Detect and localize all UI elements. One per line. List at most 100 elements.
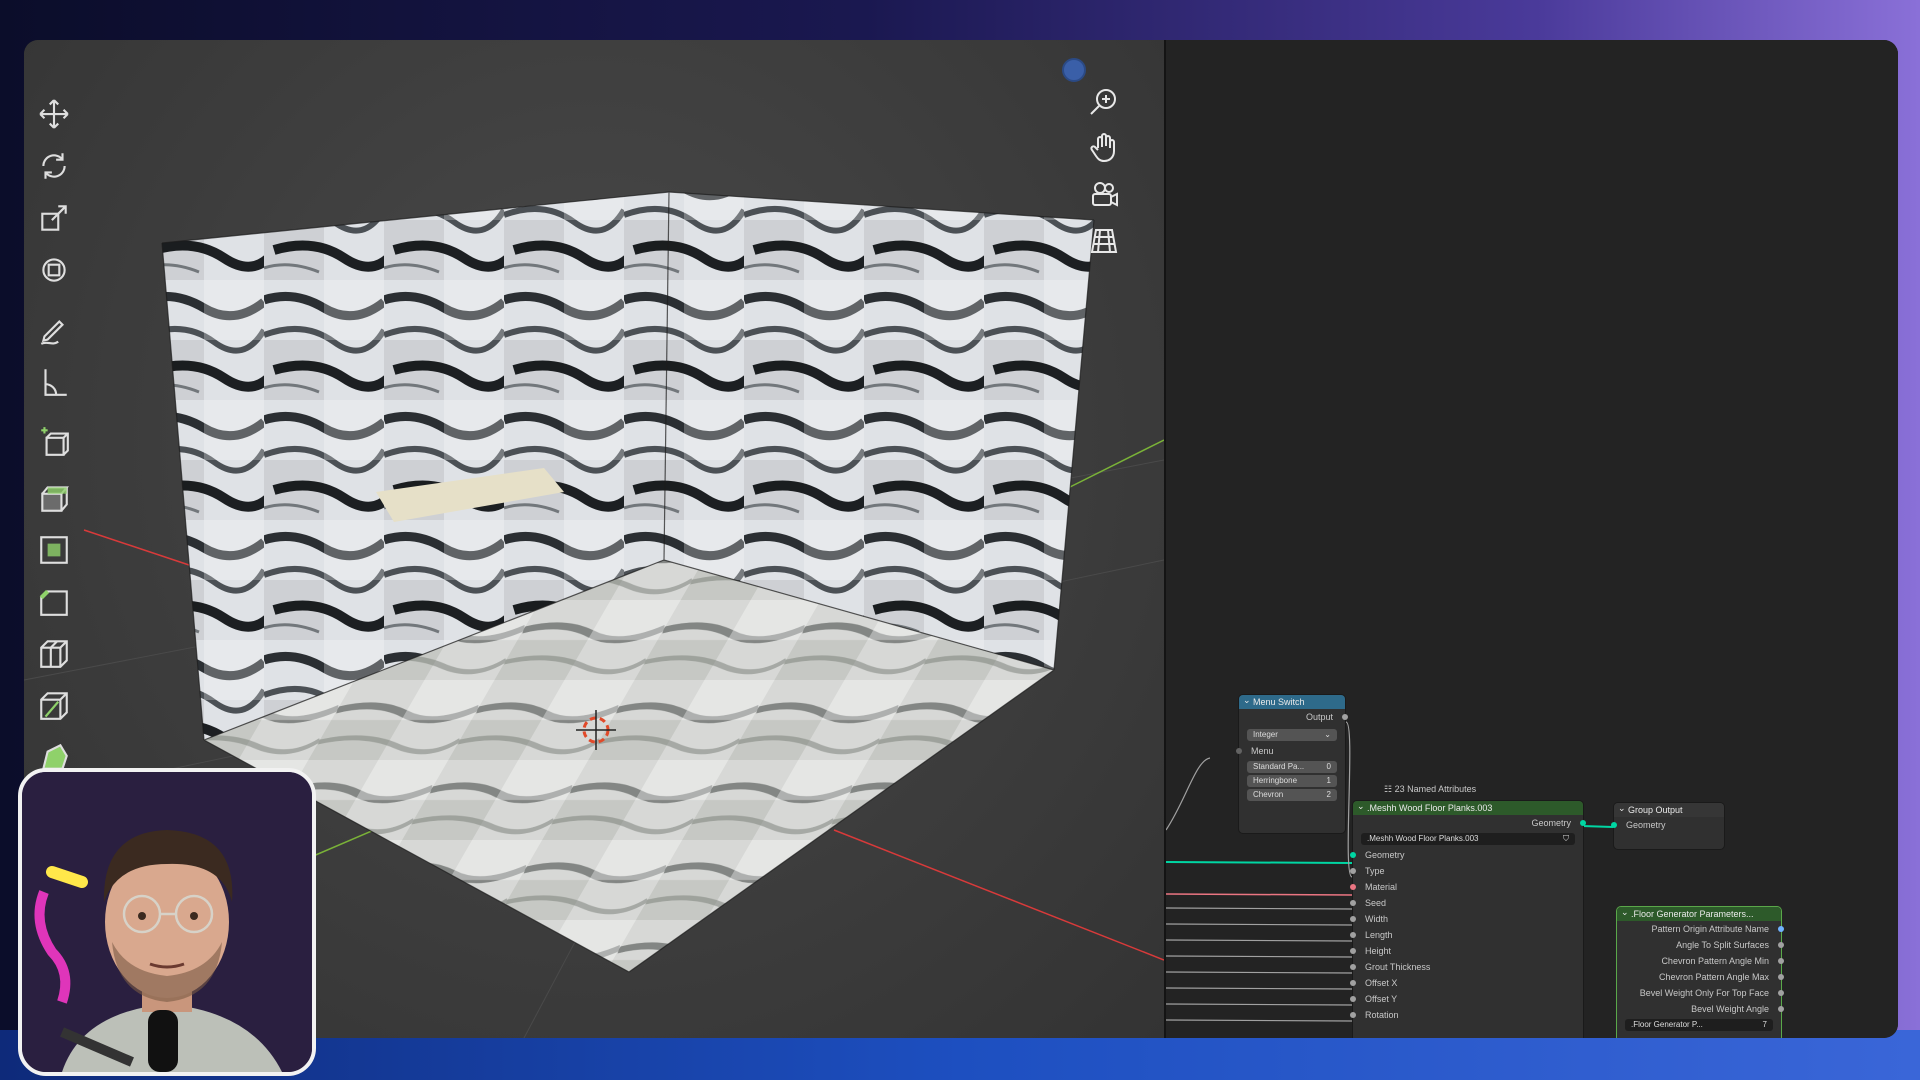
geometry-output-socket[interactable] bbox=[1580, 820, 1586, 826]
inset-icon[interactable] bbox=[32, 528, 76, 572]
menu-item-label: Herringbone bbox=[1253, 776, 1298, 785]
named-attributes-label: ☷ 23 Named Attributes bbox=[1384, 784, 1476, 795]
wood-floor-title: .Meshh Wood Floor Planks.003 bbox=[1367, 803, 1493, 813]
menu-socket[interactable] bbox=[1236, 748, 1242, 754]
grid-ortho-icon[interactable] bbox=[1084, 220, 1124, 260]
extrude-icon[interactable] bbox=[32, 476, 76, 520]
input-socket[interactable] bbox=[1350, 964, 1356, 970]
input-label: Material bbox=[1365, 882, 1398, 892]
output-label: Chevron Pattern Angle Max bbox=[1658, 972, 1769, 982]
geometry-input-socket[interactable] bbox=[1611, 822, 1617, 828]
menu-switch-output: Output bbox=[1239, 709, 1348, 725]
input-socket[interactable] bbox=[1350, 916, 1356, 922]
move-icon[interactable] bbox=[32, 92, 76, 136]
transform-icon[interactable] bbox=[32, 248, 76, 292]
input-label: Grout Thickness bbox=[1365, 962, 1431, 972]
input-socket[interactable] bbox=[1350, 948, 1356, 954]
menu-item-label: Standard Pa... bbox=[1253, 762, 1305, 771]
chevron-down-icon: ⌄ bbox=[1324, 730, 1331, 739]
knife-icon[interactable] bbox=[32, 684, 76, 728]
menu-switch-node[interactable]: Menu Switch Output Integer ⌄ Menu Standa… bbox=[1236, 693, 1348, 834]
input-socket[interactable] bbox=[1350, 884, 1356, 890]
output-label: Chevron Pattern Angle Min bbox=[1661, 956, 1769, 966]
input-socket[interactable] bbox=[1350, 900, 1356, 906]
group-output-node[interactable]: Group Output Geometry bbox=[1611, 801, 1725, 850]
rotate-icon[interactable] bbox=[32, 144, 76, 188]
output-socket[interactable] bbox=[1778, 942, 1784, 948]
input-label: Height bbox=[1365, 946, 1392, 956]
input-label: Length bbox=[1365, 930, 1393, 940]
input-socket[interactable] bbox=[1350, 980, 1356, 986]
hand-pan-icon[interactable] bbox=[1084, 128, 1124, 168]
menu-item-value: 1 bbox=[1326, 776, 1331, 785]
output-socket[interactable] bbox=[1778, 1006, 1784, 1012]
axis-z-icon[interactable] bbox=[1062, 58, 1086, 82]
input-label: Width bbox=[1365, 914, 1389, 924]
param-output-4: Bevel Weight Only For Top Face bbox=[1617, 985, 1784, 1001]
input-label: Rotation bbox=[1365, 1010, 1399, 1020]
annotate-icon[interactable] bbox=[32, 308, 76, 352]
type-dropdown[interactable]: Integer ⌄ bbox=[1247, 729, 1337, 741]
menu-item-label: Chevron bbox=[1253, 790, 1284, 799]
scale-icon[interactable] bbox=[32, 196, 76, 240]
output-socket[interactable] bbox=[1778, 926, 1784, 932]
output-socket[interactable] bbox=[1778, 958, 1784, 964]
menu-input: Menu bbox=[1236, 743, 1345, 759]
menu-switch-header[interactable]: Menu Switch bbox=[1239, 693, 1345, 709]
input-material: Material bbox=[1350, 879, 1583, 895]
output-socket[interactable] bbox=[1342, 714, 1348, 720]
node-editor[interactable]: Menu Switch Output Integer ⌄ Menu Standa… bbox=[1164, 40, 1898, 1038]
named-attributes-text: 23 Named Attributes bbox=[1394, 784, 1477, 794]
param-output-3: Chevron Pattern Angle Max bbox=[1617, 969, 1784, 985]
shield-icon: ⛉ bbox=[1563, 834, 1569, 843]
camera-icon[interactable] bbox=[1084, 174, 1124, 214]
output-socket[interactable] bbox=[1778, 990, 1784, 996]
user-count-badge: 7 bbox=[1762, 1020, 1767, 1029]
menu-item-value: 0 bbox=[1326, 762, 1331, 771]
menu-item-0[interactable]: Standard Pa... 0 bbox=[1247, 761, 1337, 773]
input-geometry: Geometry bbox=[1350, 847, 1583, 863]
input-label: Geometry bbox=[1365, 850, 1405, 860]
input-socket[interactable] bbox=[1350, 932, 1356, 938]
param-output-1: Angle To Split Surfaces bbox=[1617, 937, 1784, 953]
wood-floor-group-node[interactable]: .Meshh Wood Floor Planks.003 Geometry .M… bbox=[1350, 799, 1586, 1038]
bevel-icon[interactable] bbox=[32, 580, 76, 624]
output-label: Geometry bbox=[1531, 818, 1571, 828]
floor-params-header[interactable]: .Floor Generator Parameters... bbox=[1617, 905, 1781, 921]
menu-item-value: 2 bbox=[1326, 790, 1331, 799]
wood-floor-header[interactable]: .Meshh Wood Floor Planks.003 bbox=[1353, 799, 1583, 815]
menu-item-2[interactable]: Chevron 2 bbox=[1247, 789, 1337, 801]
input-socket[interactable] bbox=[1350, 1012, 1356, 1018]
input-offset-y: Offset Y bbox=[1350, 991, 1583, 1007]
output-socket[interactable] bbox=[1778, 974, 1784, 980]
output-label: Bevel Weight Angle bbox=[1691, 1004, 1769, 1014]
input-seed: Seed bbox=[1350, 895, 1583, 911]
zoom-icon[interactable] bbox=[1084, 82, 1124, 122]
tool-shelf bbox=[24, 40, 84, 800]
wood-floor-output: Geometry bbox=[1353, 815, 1586, 831]
floor-params-node[interactable]: .Floor Generator Parameters... Pattern O… bbox=[1616, 905, 1784, 1038]
input-socket[interactable] bbox=[1350, 996, 1356, 1002]
input-socket[interactable] bbox=[1350, 852, 1356, 858]
presenter-video bbox=[22, 772, 312, 1072]
output-label: Output bbox=[1305, 712, 1333, 722]
input-label: Geometry bbox=[1626, 820, 1666, 830]
input-height: Height bbox=[1350, 943, 1583, 959]
input-socket[interactable] bbox=[1350, 868, 1356, 874]
output-label: Pattern Origin Attribute Name bbox=[1651, 924, 1769, 934]
measure-icon[interactable] bbox=[32, 360, 76, 404]
input-label: Offset X bbox=[1365, 978, 1398, 988]
param-output-2: Chevron Pattern Angle Min bbox=[1617, 953, 1784, 969]
loop-cut-icon[interactable] bbox=[32, 632, 76, 676]
webcam-overlay bbox=[18, 768, 316, 1076]
group-output-header[interactable]: Group Output bbox=[1614, 801, 1724, 817]
output-label: Angle To Split Surfaces bbox=[1676, 940, 1769, 950]
node-group-selector[interactable]: .Meshh Wood Floor Planks.003 ⛉ bbox=[1361, 833, 1575, 845]
input-grout-thickness: Grout Thickness bbox=[1350, 959, 1583, 975]
input-label: Seed bbox=[1365, 898, 1387, 908]
group-selector-value: .Meshh Wood Floor Planks.003 bbox=[1367, 834, 1479, 843]
add-cube-icon[interactable] bbox=[32, 420, 76, 464]
input-label: Offset Y bbox=[1365, 994, 1398, 1004]
floor-params-selector[interactable]: .Floor Generator P... 7 bbox=[1625, 1019, 1773, 1031]
menu-item-1[interactable]: Herringbone 1 bbox=[1247, 775, 1337, 787]
